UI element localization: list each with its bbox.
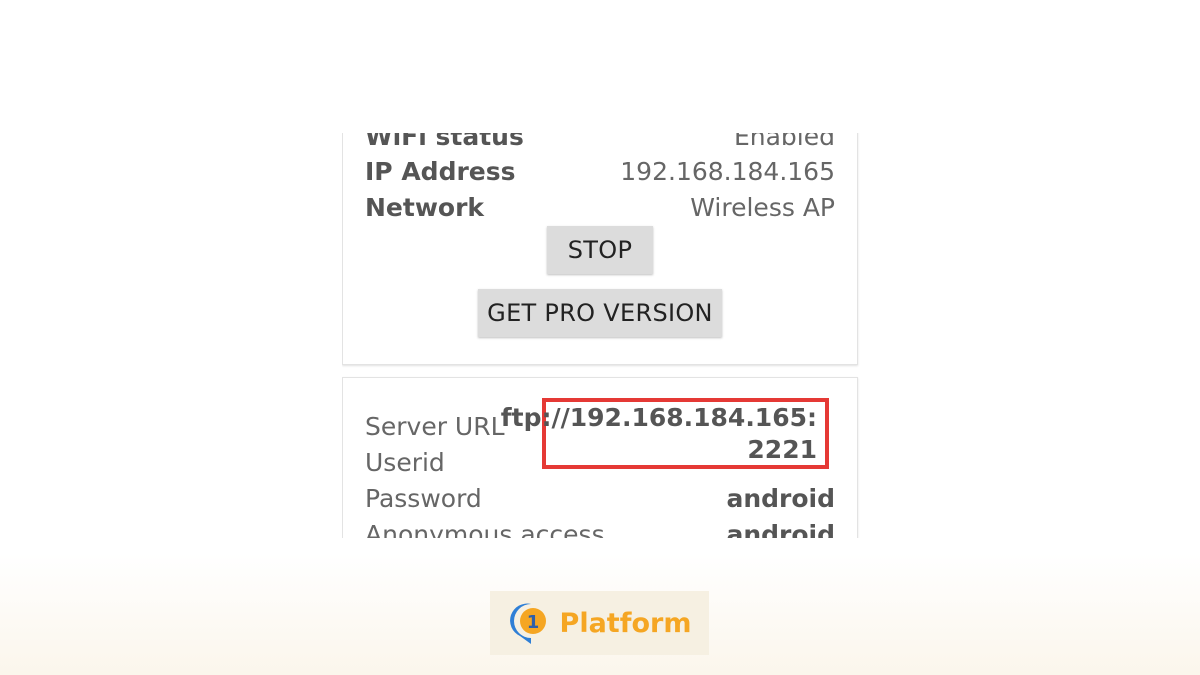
network-label: Network <box>365 192 485 222</box>
server-info-card: Server URL Userid Password android Anony… <box>342 377 858 538</box>
get-pro-version-button[interactable]: GET PRO VERSION <box>478 289 722 337</box>
password-value: android <box>726 483 835 513</box>
network-value: Wireless AP <box>690 192 835 222</box>
ip-address-value: 192.168.184.165 <box>620 156 835 186</box>
network-row: Network Wireless AP <box>365 189 835 225</box>
wifi-status-value: Enabled <box>733 133 835 151</box>
platform-badge-icon: 1 <box>509 603 546 644</box>
anonymous-access-value: android <box>726 519 835 539</box>
ftp-server-screenshot: WiFi status Enabled IP Address 192.168.1… <box>342 133 860 538</box>
platform-badge-digit: 1 <box>526 612 539 633</box>
server-url-highlight[interactable]: ftp://192.168.184.165: 2221 <box>501 398 829 469</box>
password-row: Password android <box>365 480 835 516</box>
password-label: Password <box>365 483 482 513</box>
platform-watermark-logo: 1 Platform <box>490 591 709 655</box>
anonymous-access-label: Anonymous access <box>365 519 605 539</box>
server-url-value-line2: 2221 <box>747 434 817 464</box>
wifi-status-label: WiFi status <box>365 133 524 151</box>
server-status-card: WiFi status Enabled IP Address 192.168.1… <box>342 133 858 365</box>
server-url-label: Server URL <box>365 411 505 441</box>
server-url-value-line1: ftp://192.168.184.165: <box>500 402 817 432</box>
ip-address-label: IP Address <box>365 156 516 186</box>
wifi-status-row: WiFi status Enabled <box>365 133 835 154</box>
platform-brand-text: Platform <box>559 607 692 639</box>
userid-label: Userid <box>365 447 445 477</box>
ip-address-row: IP Address 192.168.184.165 <box>365 153 835 189</box>
stop-button[interactable]: STOP <box>547 226 653 274</box>
anonymous-access-row: Anonymous access android <box>365 516 835 539</box>
